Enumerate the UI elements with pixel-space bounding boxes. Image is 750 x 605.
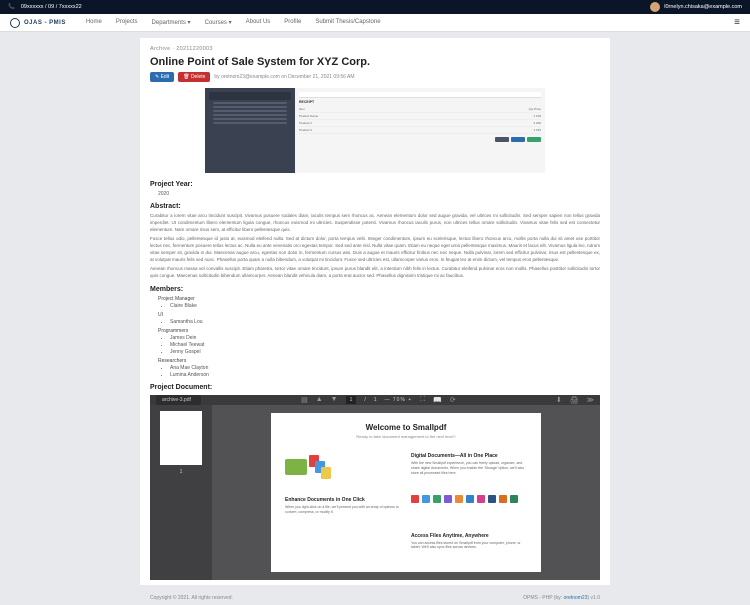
phone-text: 09xxxxxx / 09 / 7xxxxx22 (21, 4, 82, 10)
role-ui: UI (158, 312, 600, 318)
breadcrumb: Archive · 20211220003 (150, 46, 600, 52)
pdf-s3-t: You can access files stored on Smallpdf … (411, 541, 527, 551)
page-title: Online Point of Sale System for XYZ Corp… (150, 56, 600, 68)
main-container: Archive · 20211220003 Online Point of Sa… (140, 38, 610, 585)
pdf-subtitle: Ready to take document management to the… (285, 434, 527, 439)
pdf-topbar: archive-3.pdf ▤ ▲ ▼ 1 / 1 — 70% + ⛶ 📖 ⟳ … (150, 395, 600, 405)
avatar[interactable] (650, 2, 660, 12)
folder-graphic (285, 451, 345, 481)
pdf-s3-h: Access Files Anytime, Anywhere (411, 533, 527, 539)
prev-page-icon[interactable]: ▲ (316, 396, 323, 403)
member-prog-1: Michael Teewat (170, 342, 600, 348)
next-page-icon[interactable]: ▼ (331, 396, 338, 403)
member-prog-0: James Dein (170, 335, 600, 341)
nav-links: Home Projects Departments ▾ Courses ▾ Ab… (86, 19, 734, 26)
nav-home[interactable]: Home (86, 19, 102, 26)
tool-icons (411, 495, 527, 503)
role-pm: Project Manager (158, 296, 600, 302)
role-res: Researchers (158, 358, 600, 364)
fullscreen-icon[interactable]: ⛶ (420, 396, 425, 404)
pdf-s2-t: When you right-click on a file, we'll pr… (285, 505, 401, 515)
navbar: OJAS - PMIS Home Projects Departments ▾ … (0, 14, 750, 32)
members-heading: Members: (150, 286, 600, 293)
logo[interactable]: OJAS - PMIS (10, 18, 66, 28)
topbar: 📞 09xxxxxx / 09 / 7xxxxx22 l0rnelyn.chis… (0, 0, 750, 14)
footer: Copyright © 2021. All rights reserved. O… (140, 591, 610, 605)
phone-icon: 📞 (8, 4, 15, 10)
pdf-tab-label: archive-3.pdf (162, 397, 191, 403)
delete-button[interactable]: 🗑 Delete (178, 72, 210, 82)
page-sep: / (364, 397, 365, 403)
abstract-p3: Aenean rhoncus massa vel convallis susci… (150, 266, 600, 280)
logo-icon (10, 18, 20, 28)
zoom-control[interactable]: — 70% + (385, 397, 413, 403)
page-current[interactable]: 1 (346, 396, 357, 404)
nav-courses[interactable]: Courses ▾ (205, 19, 232, 26)
footer-left: Copyright © 2021. All rights reserved. (150, 595, 233, 601)
nav-projects[interactable]: Projects (116, 19, 138, 26)
pdf-title: Welcome to Smallpdf (285, 423, 527, 432)
user-email[interactable]: l0rnelyn.chisaka@example.com (664, 4, 742, 10)
nav-profile[interactable]: Profile (284, 19, 301, 26)
pdf-viewer: archive-3.pdf ▤ ▲ ▼ 1 / 1 — 70% + ⛶ 📖 ⟳ … (150, 395, 600, 575)
nav-departments[interactable]: Departments ▾ (152, 19, 191, 26)
meta-author: by oretnom23@example.com on December 21,… (214, 74, 354, 80)
pdf-tab[interactable]: archive-3.pdf (156, 395, 201, 405)
member-prog-2: Jenny Gospel (170, 349, 600, 355)
member-pm-0: Claire Blake (170, 303, 600, 309)
footer-right: OPMS - PHP (by: oretnom23) v1.0 (523, 595, 600, 601)
sidebar-toggle-icon[interactable]: ▤ (301, 396, 308, 404)
book-icon[interactable]: 📖 (433, 396, 442, 404)
logo-text: OJAS - PMIS (24, 20, 66, 26)
nav-submit[interactable]: Submit Thesis/Capstone (315, 19, 380, 26)
hamburger-icon[interactable]: ≡ (734, 17, 740, 28)
doc-heading: Project Document: (150, 384, 600, 391)
meta-row: ✎ Edit 🗑 Delete by oretnom23@example.com… (150, 72, 600, 82)
thumb-1-label: 1 (180, 469, 183, 475)
abstract-heading: Abstract: (150, 203, 600, 210)
page-total: 1 (374, 397, 377, 403)
project-screenshot: RECEIPT ItemQty Price Product Name1 100 … (205, 88, 545, 173)
download-icon[interactable]: ⬇ (556, 396, 562, 404)
print-icon[interactable]: 🖨 (570, 396, 579, 404)
pdf-s2-h: Enhance Documents in One Click (285, 497, 401, 503)
pdf-s1-t: With the new Smallpdf experience, you ca… (411, 461, 527, 476)
member-res-1: Lumina Anderson (170, 372, 600, 378)
pdf-page-1: Welcome to Smallpdf Ready to take docume… (271, 413, 541, 573)
thumb-1[interactable] (160, 411, 202, 465)
footer-link[interactable]: oretnom23 (564, 595, 588, 601)
nav-about[interactable]: About Us (246, 19, 271, 26)
pdf-s1-h: Digital Documents—All in One Place (411, 453, 527, 459)
pdf-page-area[interactable]: Welcome to Smallpdf Ready to take docume… (212, 405, 600, 581)
abstract-p2: Fusce tellus odio, pellentesque id justo… (150, 236, 600, 263)
pdf-thumbnails: 1 (150, 405, 212, 581)
year-heading: Project Year: (150, 181, 600, 188)
year-value: 2020 (158, 191, 600, 197)
member-res-0: Ana Mae Clayton (170, 365, 600, 371)
more-icon[interactable]: ≫ (587, 396, 594, 404)
rotate-icon[interactable]: ⟳ (450, 396, 456, 404)
member-ui-0: Samantha Lou (170, 319, 600, 325)
role-prog: Programmers (158, 328, 600, 334)
abstract-p1: Curabitur a lorem vitae arcu tincidunt s… (150, 213, 600, 233)
edit-button[interactable]: ✎ Edit (150, 72, 174, 82)
